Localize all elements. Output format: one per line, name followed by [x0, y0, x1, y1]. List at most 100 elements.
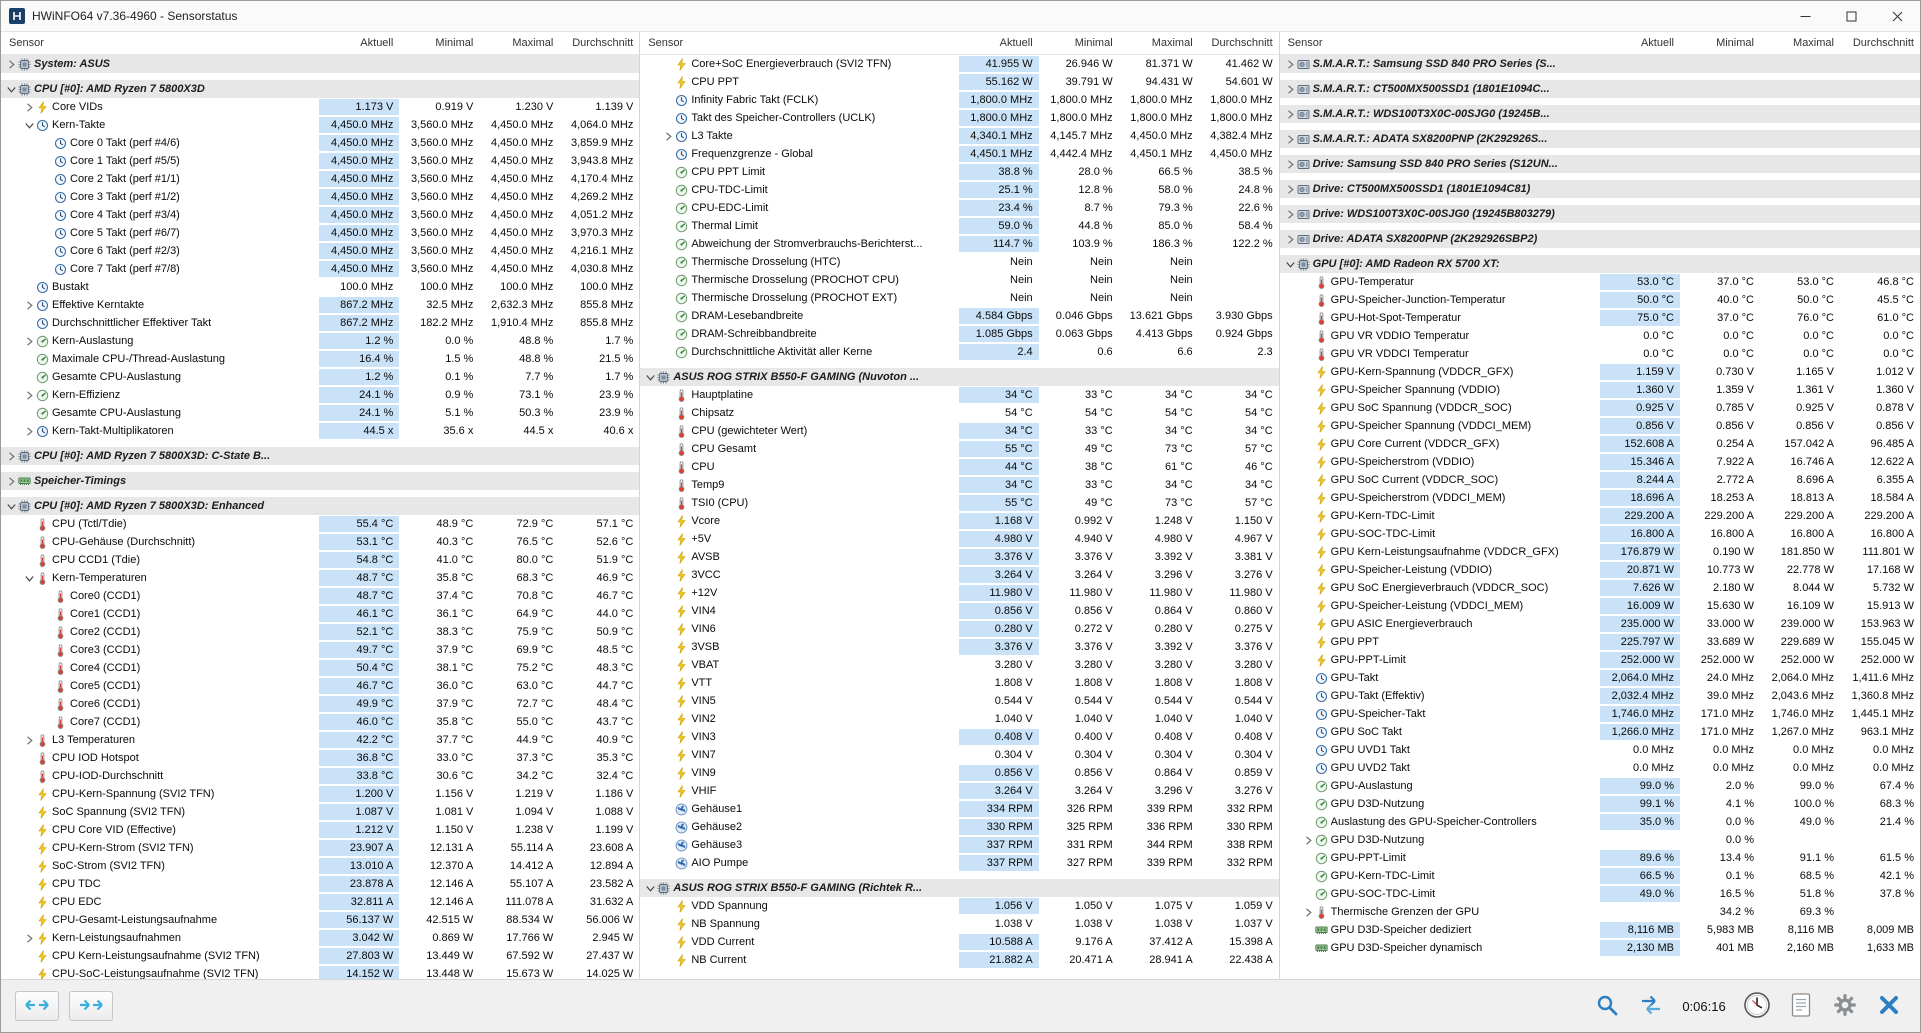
sensor-row[interactable]: GPU-Kern-Spannung (VDDCR_GFX) 1.159 V 0.73… — [1279, 363, 1920, 381]
search-button[interactable] — [1590, 989, 1624, 1023]
chevron-right-icon[interactable] — [1302, 835, 1315, 845]
sensor-row[interactable]: CPU TDC 23.878 A 12.146 A 55.107 A 23.582 A — [1, 875, 640, 893]
sensor-row[interactable]: CPU IOD Hotspot 36.8 °C 33.0 °C 37.3 °C 35.3… — [1, 749, 640, 767]
chevron-right-icon[interactable] — [1302, 907, 1315, 917]
sensor-row[interactable]: GPU Kern-Leistungsaufnahme (VDDCR_GFX) 17… — [1279, 543, 1920, 561]
sensor-row[interactable]: Thermische Drosselung (HTC) Nein Nein Nein — [640, 253, 1279, 271]
section-row[interactable]: Drive: Samsung SSD 840 PRO Series (S12UN… — [1279, 155, 1920, 173]
report-button[interactable] — [1784, 989, 1818, 1023]
sensor-row[interactable]: GPU-Speicherstrom (VDDCI_MEM) 18.696 A 18.… — [1279, 489, 1920, 507]
sensor-row[interactable]: GPU SoC Energieverbrauch (VDDCR_SOC) 7.62… — [1279, 579, 1920, 597]
sensor-row[interactable]: VDD Spannung 1.056 V 1.050 V 1.075 V 1.059 V — [640, 897, 1279, 915]
sensor-row[interactable]: Core 7 Takt (perf #7/8) 4,450.0 MHz 3,560.… — [1, 260, 640, 278]
section-row[interactable]: Drive: CT500MX500SSD1 (1801E1094C81) — [1279, 180, 1920, 198]
sensor-row[interactable]: GPU SoC Takt 1,266.0 MHz 171.0 MHz 1,267.0 … — [1279, 723, 1920, 741]
sensor-row[interactable]: GPU-Kern-TDC-Limit 66.5 % 0.1 % 68.5 % 42.1 … — [1279, 867, 1920, 885]
sensor-row[interactable]: GPU D3D-Nutzung 99.1 % 4.1 % 100.0 % 68.3 % — [1279, 795, 1920, 813]
sensor-row[interactable]: Vcore 1.168 V 0.992 V 1.248 V 1.150 V — [640, 512, 1279, 530]
sensor-row[interactable]: CPU (Tctl/Tdie) 55.4 °C 48.9 °C 72.9 °C 57.1… — [1, 515, 640, 533]
settings-button[interactable] — [1828, 989, 1862, 1023]
sensor-row[interactable]: L3 Takte 4,340.1 MHz 4,145.7 MHz 4,450.0 MH… — [640, 127, 1279, 145]
chevron-right-icon[interactable] — [1284, 84, 1297, 94]
sensor-row[interactable]: CPU Core VID (Effective) 1.212 V 1.150 V 1.… — [1, 821, 640, 839]
section-row[interactable]: CPU [#0]: AMD Ryzen 7 5800X3D: Enhanced — [1, 497, 640, 515]
sensor-row[interactable]: CPU 44 °C 38 °C 61 °C 46 °C — [640, 458, 1279, 476]
chevron-right-icon[interactable] — [5, 476, 18, 486]
sensor-row[interactable]: Core 2 Takt (perf #1/1) 4,450.0 MHz 3,560.… — [1, 170, 640, 188]
chevron-right-icon[interactable] — [23, 300, 36, 310]
sensor-row[interactable]: Temp9 34 °C 33 °C 34 °C 34 °C — [640, 476, 1279, 494]
sensor-row[interactable]: VIN7 0.304 V 0.304 V 0.304 V 0.304 V — [640, 746, 1279, 764]
sensor-row[interactable]: CPU-Gehäuse (Durchschnitt) 53.1 °C 40.3 °C… — [1, 533, 640, 551]
section-row[interactable]: ASUS ROG STRIX B550-F GAMING (Richtek R.… — [640, 879, 1279, 897]
sensor-row[interactable]: Core3 (CCD1) 49.7 °C 37.9 °C 69.9 °C 48.5 °C — [1, 641, 640, 659]
close-sensors-button[interactable] — [1872, 989, 1906, 1023]
sensor-row[interactable]: VIN4 0.856 V 0.856 V 0.864 V 0.860 V — [640, 602, 1279, 620]
sensor-row[interactable]: Core 6 Takt (perf #2/3) 4,450.0 MHz 3,560.… — [1, 242, 640, 260]
sensor-row[interactable]: CPU-TDC-Limit 25.1 % 12.8 % 58.0 % 24.8 % — [640, 181, 1279, 199]
sensor-row[interactable]: CPU-Gesamt-Leistungsaufnahme 56.137 W 42.5… — [1, 911, 640, 929]
sensor-row[interactable]: CPU PPT 55.162 W 39.791 W 94.431 W 54.601 W — [640, 73, 1279, 91]
sensor-row[interactable]: GPU Core Current (VDDCR_GFX) 152.608 A 0.2… — [1279, 435, 1920, 453]
maximize-button[interactable] — [1828, 1, 1874, 31]
sensor-row[interactable]: 3VCC 3.264 V 3.264 V 3.296 V 3.276 V — [640, 566, 1279, 584]
section-row[interactable]: ASUS ROG STRIX B550-F GAMING (Nuvoton ..… — [640, 368, 1279, 386]
sensor-row[interactable]: GPU ASIC Energieverbrauch 235.000 W 33.000… — [1279, 615, 1920, 633]
sensor-row[interactable]: CPU-Kern-Strom (SVI2 TFN) 23.907 A 12.131 … — [1, 839, 640, 857]
sensor-row[interactable]: CPU-EDC-Limit 23.4 % 8.7 % 79.3 % 22.6 % — [640, 199, 1279, 217]
sensor-row[interactable]: Kern-Auslastung 1.2 % 0.0 % 48.8 % 1.7 % — [1, 332, 640, 350]
chevron-right-icon[interactable] — [1284, 59, 1297, 69]
sensor-row[interactable]: GPU D3D-Speicher dediziert 8,116 MB 5,983 … — [1279, 921, 1920, 939]
sensor-row[interactable]: Infinity Fabric Takt (FCLK) 1,800.0 MHz 1,… — [640, 91, 1279, 109]
sensor-row[interactable]: GPU SoC Current (VDDCR_SOC) 8.244 A 2.772 … — [1279, 471, 1920, 489]
sensor-row[interactable]: Abweichung der Stromverbrauchs-Berichter… — [640, 235, 1279, 253]
sensor-row[interactable]: Effektive Kerntakte 867.2 MHz 32.5 MHz 2,63… — [1, 296, 640, 314]
section-row[interactable]: GPU [#0]: AMD Radeon RX 5700 XT: — [1279, 255, 1920, 273]
sensor-row[interactable]: Core2 (CCD1) 52.1 °C 38.3 °C 75.9 °C 50.9 °C — [1, 623, 640, 641]
chevron-right-icon[interactable] — [1284, 184, 1297, 194]
section-row[interactable]: Speicher-Timings — [1, 472, 640, 490]
next-sensor-page-button[interactable] — [69, 991, 113, 1021]
sensor-row[interactable]: Core5 (CCD1) 46.7 °C 36.0 °C 63.0 °C 44.7 °C — [1, 677, 640, 695]
sensor-row[interactable]: Core VIDs 1.173 V 0.919 V 1.230 V 1.139 V — [1, 98, 640, 116]
sensor-row[interactable]: GPU D3D-Speicher dynamisch 2,130 MB 401 MB… — [1279, 939, 1920, 957]
sensor-row[interactable]: Thermische Drosselung (PROCHOT EXT) Nein N… — [640, 289, 1279, 307]
sensor-row[interactable]: CPU Kern-Leistungsaufnahme (SVI2 TFN) 27.… — [1, 947, 640, 965]
chevron-right-icon[interactable] — [23, 390, 36, 400]
sensor-row[interactable]: L3 Temperaturen 42.2 °C 37.7 °C 44.9 °C 40.9… — [1, 731, 640, 749]
sensor-row[interactable]: GPU-Kern-TDC-Limit 229.200 A 229.200 A 229.… — [1279, 507, 1920, 525]
section-row[interactable]: S.M.A.R.T.: ADATA SX8200PNP (2K292926S..… — [1279, 130, 1920, 148]
sensor-row[interactable]: GPU-Speicher-Takt 1,746.0 MHz 171.0 MHz 1,7… — [1279, 705, 1920, 723]
sensor-row[interactable]: GPU UVD1 Takt 0.0 MHz 0.0 MHz 0.0 MHz 0.0 MH… — [1279, 741, 1920, 759]
sensor-row[interactable]: Core0 (CCD1) 48.7 °C 37.4 °C 70.8 °C 46.7 °C — [1, 587, 640, 605]
chevron-right-icon[interactable] — [23, 102, 36, 112]
sensor-row[interactable]: GPU-PPT-Limit 89.6 % 13.4 % 91.1 % 61.5 % — [1279, 849, 1920, 867]
sensor-row[interactable]: GPU VR VDDIO Temperatur 0.0 °C 0.0 °C 0.0 °… — [1279, 327, 1920, 345]
titlebar[interactable]: HWiNFO64 v7.36-4960 - Sensorstatus — [1, 1, 1920, 32]
sensor-row[interactable]: AIO Pumpe 337 RPM 327 RPM 339 RPM 332 RPM — [640, 854, 1279, 872]
sensor-row[interactable]: VHIF 3.264 V 3.264 V 3.296 V 3.276 V — [640, 782, 1279, 800]
section-row[interactable]: S.M.A.R.T.: CT500MX500SSD1 (1801E1094C..… — [1279, 80, 1920, 98]
sensor-row[interactable]: VIN5 0.544 V 0.544 V 0.544 V 0.544 V — [640, 692, 1279, 710]
sensor-row[interactable]: VIN6 0.280 V 0.272 V 0.280 V 0.275 V — [640, 620, 1279, 638]
sensor-row[interactable]: DRAM-Schreibbandbreite 1.085 Gbps 0.063 Gb… — [640, 325, 1279, 343]
sensor-row[interactable]: Hauptplatine 34 °C 33 °C 34 °C 34 °C — [640, 386, 1279, 404]
chevron-right-icon[interactable] — [1284, 159, 1297, 169]
chevron-down-icon[interactable] — [644, 884, 657, 893]
section-row[interactable]: CPU [#0]: AMD Ryzen 7 5800X3D: C-State B… — [1, 447, 640, 465]
chevron-right-icon[interactable] — [5, 451, 18, 461]
sensor-row[interactable]: GPU-Takt (Effektiv) 2,032.4 MHz 39.0 MHz 2,… — [1279, 687, 1920, 705]
sensor-row[interactable]: GPU-Speicherstrom (VDDIO) 15.346 A 7.922 A… — [1279, 453, 1920, 471]
sensor-row[interactable]: GPU-Speicher-Leistung (VDDCI_MEM) 16.009 … — [1279, 597, 1920, 615]
sensor-row[interactable]: Kern-Takte 4,450.0 MHz 3,560.0 MHz 4,450.0 … — [1, 116, 640, 134]
sensor-row[interactable]: 3VSB 3.376 V 3.376 V 3.392 V 3.376 V — [640, 638, 1279, 656]
sensor-row[interactable]: +12V 11.980 V 11.980 V 11.980 V 11.980 V — [640, 584, 1279, 602]
sensor-row[interactable]: Core 5 Takt (perf #6/7) 4,450.0 MHz 3,560.… — [1, 224, 640, 242]
sensor-row[interactable]: GPU-Speicher Spannung (VDDIO) 1.360 V 1.35… — [1279, 381, 1920, 399]
remote-sync-button[interactable] — [1634, 989, 1668, 1023]
chevron-right-icon[interactable] — [23, 336, 36, 346]
sensor-row[interactable]: +5V 4.980 V 4.940 V 4.980 V 4.967 V — [640, 530, 1279, 548]
chevron-right-icon[interactable] — [23, 426, 36, 436]
sensor-row[interactable]: Core+SoC Energieverbrauch (SVI2 TFN) 41.9… — [640, 55, 1279, 73]
sensor-row[interactable]: Bustakt 100.0 MHz 100.0 MHz 100.0 MHz 100.0 … — [1, 278, 640, 296]
